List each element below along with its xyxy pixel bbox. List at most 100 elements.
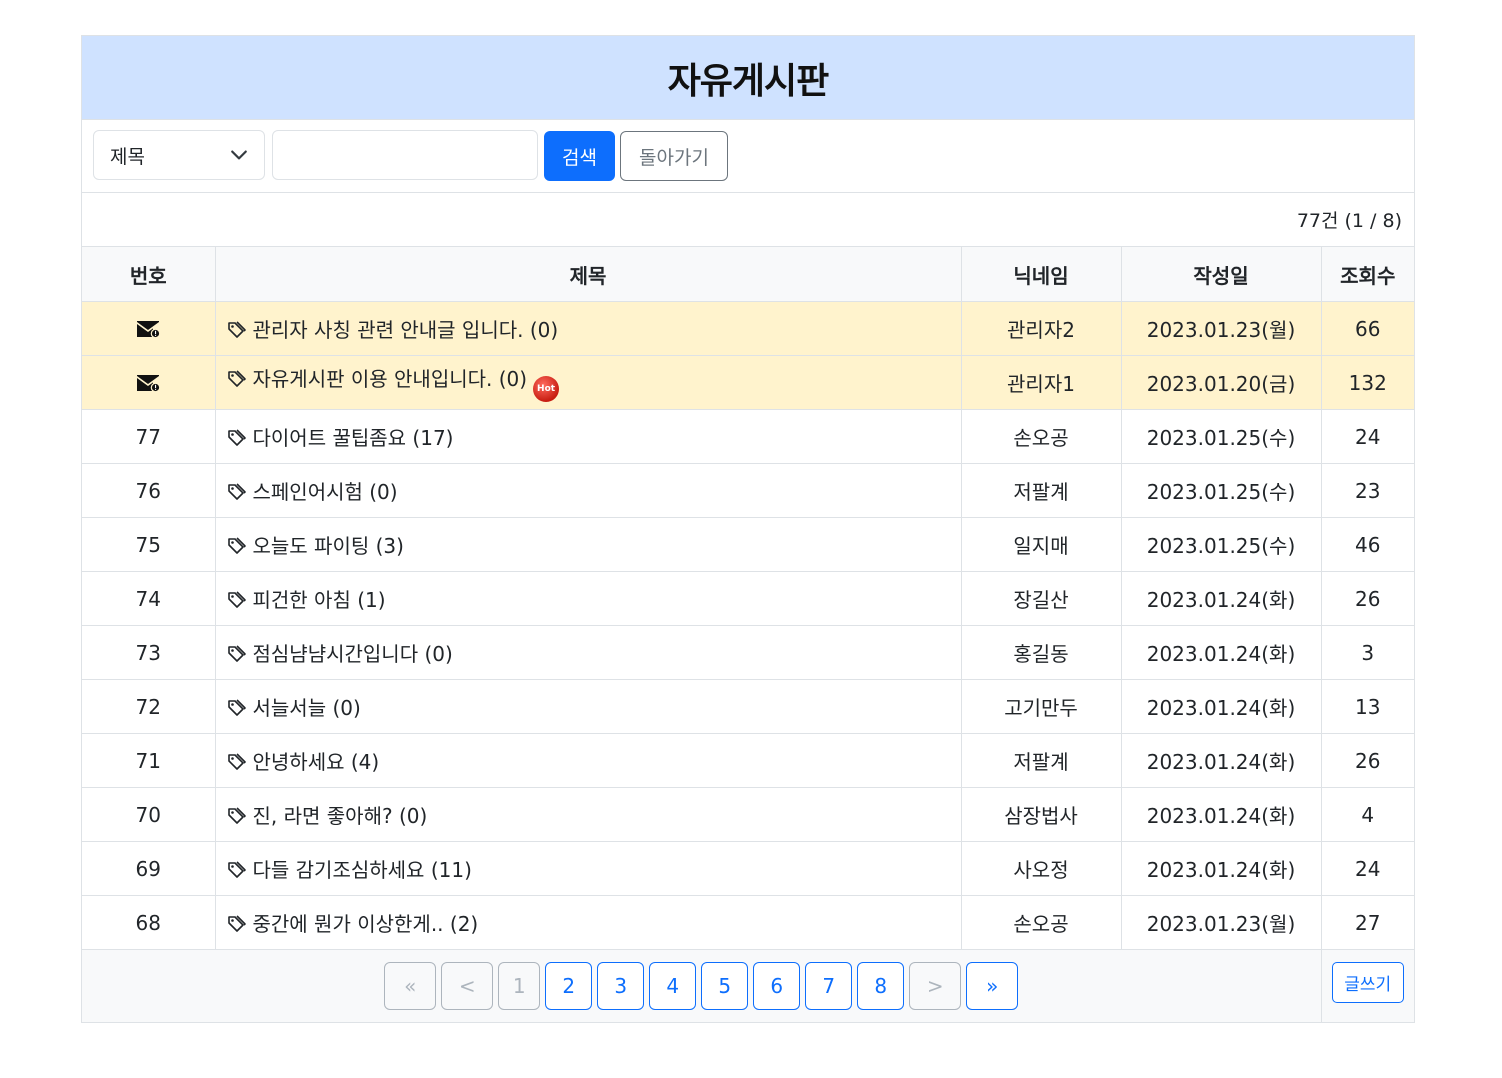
- page-next-button[interactable]: >: [909, 962, 962, 1010]
- column-header-number: 번호: [82, 247, 216, 302]
- post-nickname: 손오공: [961, 895, 1122, 950]
- post-title-cell[interactable]: 자유게시판 이용 안내입니다. (0) Hot: [215, 355, 962, 410]
- post-nickname: 장길산: [961, 571, 1122, 626]
- post-title-cell[interactable]: 관리자 사칭 관련 안내글 입니다. (0): [215, 301, 962, 356]
- post-number: 68: [82, 895, 216, 950]
- table-footer-row: « < 1 2 3 4 5 6 7 8 > » 글쓰기: [82, 949, 1414, 1022]
- search-field-value: 제목: [110, 145, 145, 168]
- table-row[interactable]: 71 안녕하세요 (4) 저팔계 2023.01.24(화) 26: [82, 733, 1414, 788]
- tag-icon: [227, 483, 246, 500]
- post-views: 46: [1321, 517, 1414, 572]
- post-nickname: 홍길동: [961, 625, 1122, 680]
- post-title-cell[interactable]: 중간에 뭔가 이상한게.. (2): [215, 895, 962, 950]
- pagination-cell: « < 1 2 3 4 5 6 7 8 > »: [82, 949, 1322, 1022]
- write-button[interactable]: 글쓰기: [1331, 961, 1404, 1003]
- page-button[interactable]: 7: [805, 962, 853, 1010]
- tag-icon: [227, 699, 246, 716]
- post-title-cell[interactable]: 점심냠냠시간입니다 (0): [215, 625, 962, 680]
- page-button-current[interactable]: 1: [498, 962, 541, 1010]
- column-header-views: 조회수: [1321, 247, 1414, 302]
- notice-icon-cell: [82, 301, 216, 356]
- post-title-cell[interactable]: 안녕하세요 (4): [215, 733, 962, 788]
- page-button[interactable]: 6: [753, 962, 801, 1010]
- post-title: 진, 라면 좋아해? (0): [252, 804, 428, 828]
- page-title: 자유게시판: [667, 60, 830, 102]
- post-title: 안녕하세요 (4): [252, 750, 380, 774]
- post-title: 관리자 사칭 관련 안내글 입니다. (0): [252, 318, 559, 342]
- page-button[interactable]: 3: [597, 962, 645, 1010]
- page-first-button[interactable]: «: [384, 962, 437, 1010]
- search-button[interactable]: 검색: [544, 131, 615, 181]
- post-title-cell[interactable]: 오늘도 파이팅 (3): [215, 517, 962, 572]
- post-date: 2023.01.20(금): [1121, 355, 1322, 410]
- search-field-select[interactable]: 제목: [93, 130, 265, 180]
- post-nickname: 저팔계: [961, 463, 1122, 518]
- hot-badge-icon: Hot: [533, 376, 560, 402]
- post-nickname: 손오공: [961, 409, 1122, 464]
- post-nickname: 삼장법사: [961, 787, 1122, 842]
- post-date: 2023.01.24(화): [1121, 625, 1322, 680]
- post-title: 다들 감기조심하세요 (11): [252, 858, 472, 882]
- post-number: 73: [82, 625, 216, 680]
- envelope-icon: [137, 320, 161, 338]
- post-title: 점심냠냠시간입니다 (0): [252, 642, 453, 666]
- post-table: 번호 제목 닉네임 작성일 조회수 관리자 사칭 관련 안내글 입니다. (0)…: [82, 247, 1414, 1022]
- result-count-row: 77건 (1 / 8): [82, 193, 1414, 247]
- table-row[interactable]: 73 점심냠냠시간입니다 (0) 홍길동 2023.01.24(화) 3: [82, 625, 1414, 680]
- notice-row[interactable]: 자유게시판 이용 안내입니다. (0) Hot 관리자1 2023.01.20(금…: [82, 355, 1414, 410]
- page-last-button[interactable]: »: [966, 962, 1019, 1010]
- post-number: 71: [82, 733, 216, 788]
- page-prev-button[interactable]: <: [441, 962, 494, 1010]
- post-number: 76: [82, 463, 216, 518]
- envelope-icon: [137, 374, 161, 392]
- tag-icon: [227, 370, 246, 387]
- post-title-cell[interactable]: 다이어트 꿀팁좀요 (17): [215, 409, 962, 464]
- post-views: 66: [1321, 301, 1414, 356]
- post-number: 70: [82, 787, 216, 842]
- table-row[interactable]: 77 다이어트 꿀팁좀요 (17) 손오공 2023.01.25(수) 24: [82, 409, 1414, 464]
- post-views: 26: [1321, 733, 1414, 788]
- post-title: 자유게시판 이용 안내입니다. (0): [252, 367, 528, 391]
- post-date: 2023.01.25(수): [1121, 517, 1322, 572]
- post-title-cell[interactable]: 서늘서늘 (0): [215, 679, 962, 734]
- page-button[interactable]: 4: [649, 962, 697, 1010]
- board-header: 자유게시판: [82, 36, 1414, 120]
- table-row[interactable]: 76 스페인어시험 (0) 저팔계 2023.01.25(수) 23: [82, 463, 1414, 518]
- post-views: 4: [1321, 787, 1414, 842]
- table-row[interactable]: 69 다들 감기조심하세요 (11) 사오정 2023.01.24(화) 24: [82, 841, 1414, 896]
- post-date: 2023.01.25(수): [1121, 463, 1322, 518]
- post-title: 피건한 아침 (1): [252, 588, 386, 612]
- table-row[interactable]: 68 중간에 뭔가 이상한게.. (2) 손오공 2023.01.23(월) 27: [82, 895, 1414, 950]
- notice-row[interactable]: 관리자 사칭 관련 안내글 입니다. (0) 관리자2 2023.01.23(월…: [82, 301, 1414, 356]
- page-button[interactable]: 8: [857, 962, 905, 1010]
- tag-icon: [227, 321, 246, 338]
- search-bar: 제목 검색 돌아가기: [82, 120, 1414, 193]
- tag-icon: [227, 861, 246, 878]
- page-button[interactable]: 2: [545, 962, 593, 1010]
- column-header-nickname: 닉네임: [961, 247, 1122, 302]
- result-count: 77건 (1 / 8): [1296, 210, 1402, 232]
- pagination: « < 1 2 3 4 5 6 7 8 > »: [82, 962, 1320, 1010]
- post-number: 75: [82, 517, 216, 572]
- post-nickname: 고기만두: [961, 679, 1122, 734]
- post-title: 서늘서늘 (0): [252, 696, 361, 720]
- post-number: 77: [82, 409, 216, 464]
- tag-icon: [227, 915, 246, 932]
- tag-icon: [227, 429, 246, 446]
- page-button[interactable]: 5: [701, 962, 749, 1010]
- post-date: 2023.01.24(화): [1121, 787, 1322, 842]
- table-row[interactable]: 74 피건한 아침 (1) 장길산 2023.01.24(화) 26: [82, 571, 1414, 626]
- notice-icon-cell: [82, 355, 216, 410]
- post-title-cell[interactable]: 다들 감기조심하세요 (11): [215, 841, 962, 896]
- table-row[interactable]: 75 오늘도 파이팅 (3) 일지매 2023.01.25(수) 46: [82, 517, 1414, 572]
- table-row[interactable]: 70 진, 라면 좋아해? (0) 삼장법사 2023.01.24(화) 4: [82, 787, 1414, 842]
- post-title-cell[interactable]: 피건한 아침 (1): [215, 571, 962, 626]
- post-views: 24: [1321, 841, 1414, 896]
- search-input[interactable]: [272, 130, 538, 180]
- back-button[interactable]: 돌아가기: [620, 131, 728, 181]
- column-header-title: 제목: [215, 247, 962, 302]
- post-nickname: 관리자2: [961, 301, 1122, 356]
- post-title-cell[interactable]: 스페인어시험 (0): [215, 463, 962, 518]
- table-row[interactable]: 72 서늘서늘 (0) 고기만두 2023.01.24(화) 13: [82, 679, 1414, 734]
- post-title-cell[interactable]: 진, 라면 좋아해? (0): [215, 787, 962, 842]
